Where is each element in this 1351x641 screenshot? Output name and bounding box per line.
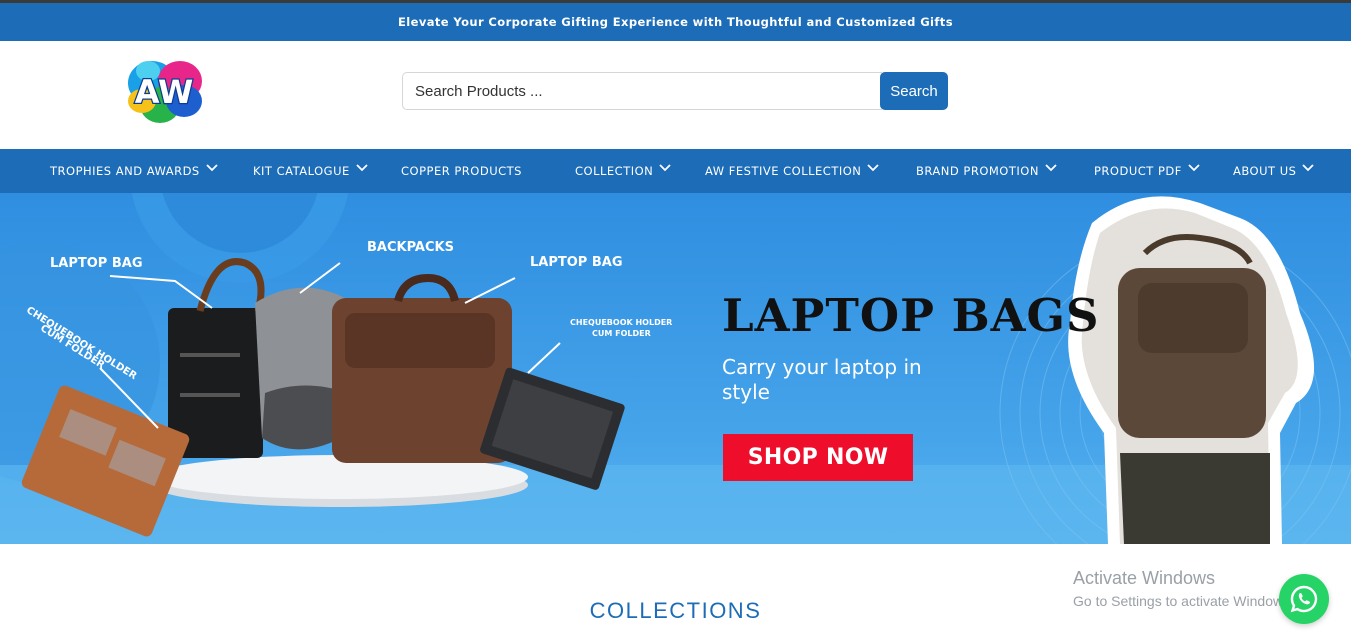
nav-item-kit-catalogue[interactable]: KIT CATALOGUE xyxy=(253,149,368,193)
hero-label: CHEQUEBOOK HOLDER xyxy=(570,318,673,327)
chevron-down-icon xyxy=(1188,164,1200,172)
chevron-down-icon xyxy=(1302,164,1315,172)
nav-item-trophies-and-awards[interactable]: TROPHIES AND AWARDS xyxy=(50,149,218,193)
nav-item-aw-festive-collection[interactable]: AW FESTIVE COLLECTION xyxy=(705,149,880,193)
nav-label: TROPHIES AND AWARDS xyxy=(50,164,200,178)
whatsapp-button[interactable] xyxy=(1279,574,1329,624)
chevron-down-icon xyxy=(867,164,880,172)
site-header: AW Search xyxy=(0,41,1351,149)
hero-artwork xyxy=(0,193,1351,544)
search-button[interactable]: Search xyxy=(880,72,948,110)
whatsapp-icon xyxy=(1290,585,1318,613)
search-input[interactable] xyxy=(402,72,882,110)
aw-logo-icon: AW xyxy=(128,61,202,123)
nav-label: COPPER PRODUCTS xyxy=(401,164,522,178)
chevron-down-icon xyxy=(1045,164,1057,172)
nav-label: BRAND PROMOTION xyxy=(916,164,1039,178)
nav-item-about-us[interactable]: ABOUT US xyxy=(1233,149,1315,193)
hero-label: LAPTOP BAG xyxy=(530,255,623,270)
nav-label: PRODUCT PDF xyxy=(1094,164,1182,178)
nav-item-brand-promotion[interactable]: BRAND PROMOTION xyxy=(916,149,1057,193)
nav-label: KIT CATALOGUE xyxy=(253,164,350,178)
nav-label: COLLECTION xyxy=(575,164,654,178)
announcement-bar: Elevate Your Corporate Gifting Experienc… xyxy=(0,3,1351,41)
hero-label: BACKPACKS xyxy=(367,240,454,255)
site-logo[interactable]: AW xyxy=(118,53,210,131)
watermark-line-1: Activate Windows xyxy=(1073,568,1216,588)
hero-title: LAPTOP BAGS xyxy=(722,289,1100,342)
windows-activation-watermark: Activate Windows Go to Settings to activ… xyxy=(1073,568,1294,609)
hero-banner[interactable]: LAPTOP BAG BACKPACKS LAPTOP BAG CHEQUEBO… xyxy=(0,193,1351,544)
svg-text:AW: AW xyxy=(135,73,194,111)
chevron-down-icon xyxy=(356,164,368,172)
nav-label: ABOUT US xyxy=(1233,164,1297,178)
hero-label: LAPTOP BAG xyxy=(50,256,143,271)
chevron-down-icon xyxy=(206,164,218,172)
search-bar: Search xyxy=(402,72,948,110)
watermark-line-2: Go to Settings to activate Windows. xyxy=(1073,593,1294,609)
chevron-down-icon xyxy=(659,164,671,172)
nav-item-copper-products[interactable]: COPPER PRODUCTS xyxy=(401,149,522,193)
shop-now-button[interactable]: SHOP NOW xyxy=(723,434,913,481)
nav-label: AW FESTIVE COLLECTION xyxy=(705,164,862,178)
nav-item-collection[interactable]: COLLECTION xyxy=(575,149,671,193)
nav-item-product-pdf[interactable]: PRODUCT PDF xyxy=(1094,149,1200,193)
hero-subtitle: Carry your laptop in style xyxy=(722,355,922,404)
announcement-text: Elevate Your Corporate Gifting Experienc… xyxy=(398,15,953,29)
hero-label: CUM FOLDER xyxy=(592,329,651,338)
main-nav: TROPHIES AND AWARDS KIT CATALOGUE COPPER… xyxy=(0,149,1351,193)
